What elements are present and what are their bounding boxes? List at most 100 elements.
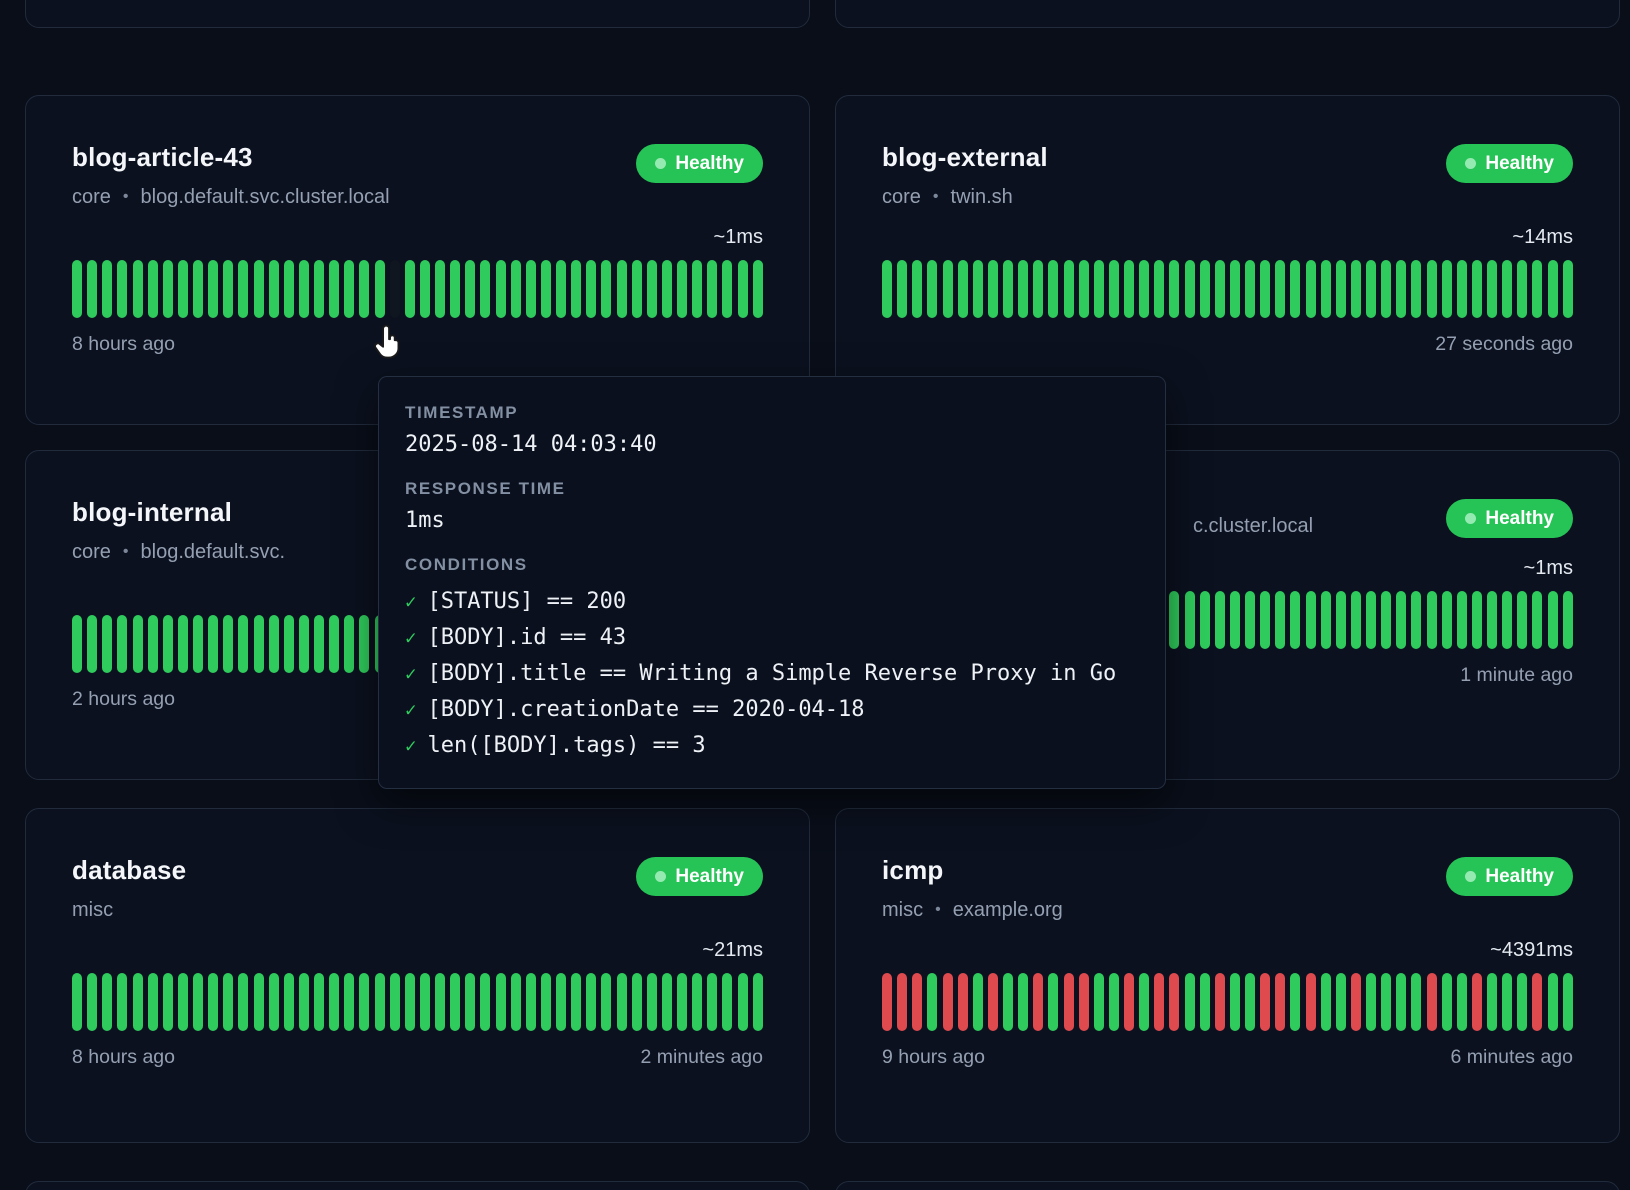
uptime-bar[interactable] <box>1563 591 1573 649</box>
uptime-bar[interactable] <box>1306 591 1316 649</box>
uptime-bar[interactable] <box>87 260 97 318</box>
uptime-bar[interactable] <box>148 973 158 1031</box>
uptime-bar[interactable] <box>722 260 732 318</box>
uptime-bar[interactable] <box>1351 260 1361 318</box>
uptime-bar[interactable] <box>677 260 687 318</box>
uptime-bar[interactable] <box>1124 973 1134 1031</box>
uptime-bar[interactable] <box>707 260 717 318</box>
uptime-bar[interactable] <box>1457 591 1467 649</box>
uptime-bar[interactable] <box>1411 260 1421 318</box>
uptime-bar[interactable] <box>1290 973 1300 1031</box>
uptime-bar[interactable] <box>435 260 445 318</box>
uptime-bar[interactable] <box>1260 591 1270 649</box>
uptime-bar[interactable] <box>1381 591 1391 649</box>
uptime-bar[interactable] <box>1472 591 1482 649</box>
uptime-bar[interactable] <box>133 973 143 1031</box>
uptime-bar[interactable] <box>314 260 324 318</box>
uptime-bar[interactable] <box>1200 591 1210 649</box>
uptime-bar[interactable] <box>1124 260 1134 318</box>
uptime-bar[interactable] <box>722 973 732 1031</box>
uptime-bar[interactable] <box>1185 973 1195 1031</box>
uptime-bar[interactable] <box>299 973 309 1031</box>
uptime-bar[interactable] <box>344 973 354 1031</box>
uptime-bar[interactable] <box>1094 260 1104 318</box>
uptime-bar[interactable] <box>943 260 953 318</box>
uptime-bar[interactable] <box>662 260 672 318</box>
uptime-bar[interactable] <box>208 615 218 673</box>
uptime-bar[interactable] <box>707 973 717 1031</box>
uptime-bar[interactable] <box>450 260 460 318</box>
uptime-bar[interactable] <box>1215 591 1225 649</box>
uptime-bar[interactable] <box>133 615 143 673</box>
uptime-bar[interactable] <box>1336 591 1346 649</box>
uptime-bar[interactable] <box>102 973 112 1031</box>
uptime-bar[interactable] <box>193 615 203 673</box>
uptime-bar[interactable] <box>753 973 763 1031</box>
uptime-bar[interactable] <box>1336 973 1346 1031</box>
uptime-bar[interactable] <box>1442 260 1452 318</box>
uptime-bar[interactable] <box>1018 973 1028 1031</box>
uptime-bar[interactable] <box>1472 973 1482 1031</box>
uptime-bar[interactable] <box>1381 973 1391 1031</box>
uptime-bar[interactable] <box>359 973 369 1031</box>
uptime-bar[interactable] <box>882 260 892 318</box>
uptime-bar[interactable] <box>1351 591 1361 649</box>
uptime-bar[interactable] <box>329 615 339 673</box>
uptime-bar[interactable] <box>163 615 173 673</box>
uptime-bar[interactable] <box>148 260 158 318</box>
uptime-bar[interactable] <box>1230 591 1240 649</box>
endpoint-card-icmp[interactable]: icmp misc • example.org Healthy ~4391ms … <box>835 808 1620 1143</box>
uptime-bar[interactable] <box>390 260 400 318</box>
uptime-bar[interactable] <box>193 260 203 318</box>
uptime-bar[interactable] <box>465 973 475 1031</box>
uptime-bar[interactable] <box>1245 973 1255 1031</box>
uptime-bar[interactable] <box>692 973 702 1031</box>
uptime-bar[interactable] <box>511 973 521 1031</box>
uptime-bar[interactable] <box>1411 591 1421 649</box>
uptime-bar[interactable] <box>1548 591 1558 649</box>
uptime-bar[interactable] <box>72 973 82 1031</box>
uptime-bar[interactable] <box>178 260 188 318</box>
uptime-bar[interactable] <box>1109 973 1119 1031</box>
uptime-bar[interactable] <box>1275 973 1285 1031</box>
uptime-bar[interactable] <box>1427 260 1437 318</box>
uptime-bar[interactable] <box>1457 973 1467 1031</box>
uptime-bar[interactable] <box>1275 591 1285 649</box>
uptime-bar[interactable] <box>163 973 173 1031</box>
uptime-bar[interactable] <box>1532 973 1542 1031</box>
uptime-bar[interactable] <box>238 615 248 673</box>
uptime-bar[interactable] <box>1094 973 1104 1031</box>
uptime-bar[interactable] <box>1442 973 1452 1031</box>
uptime-bar[interactable] <box>269 973 279 1031</box>
uptime-bar[interactable] <box>375 260 385 318</box>
uptime-bar[interactable] <box>1306 973 1316 1031</box>
uptime-bar[interactable] <box>1048 973 1058 1031</box>
uptime-bar[interactable] <box>314 615 324 673</box>
uptime-bar[interactable] <box>1321 260 1331 318</box>
uptime-bar[interactable] <box>912 973 922 1031</box>
uptime-bar[interactable] <box>1033 973 1043 1031</box>
uptime-bar[interactable] <box>571 260 581 318</box>
uptime-bar[interactable] <box>541 973 551 1031</box>
uptime-bar[interactable] <box>1200 260 1210 318</box>
uptime-bar[interactable] <box>1169 260 1179 318</box>
uptime-bar[interactable] <box>1230 973 1240 1031</box>
uptime-bar[interactable] <box>223 260 233 318</box>
uptime-bar[interactable] <box>1411 973 1421 1031</box>
uptime-bar[interactable] <box>1517 591 1527 649</box>
uptime-bar[interactable] <box>87 973 97 1031</box>
uptime-bar[interactable] <box>1260 260 1270 318</box>
uptime-bar[interactable] <box>1245 260 1255 318</box>
uptime-bar[interactable] <box>72 260 82 318</box>
uptime-bar[interactable] <box>738 260 748 318</box>
uptime-bar[interactable] <box>1517 260 1527 318</box>
uptime-bar[interactable] <box>662 973 672 1031</box>
uptime-bar[interactable] <box>973 260 983 318</box>
uptime-bar[interactable] <box>1366 973 1376 1031</box>
uptime-bar[interactable] <box>1003 973 1013 1031</box>
uptime-bar[interactable] <box>1487 973 1497 1031</box>
uptime-bar[interactable] <box>329 260 339 318</box>
uptime-bar[interactable] <box>375 973 385 1031</box>
uptime-bar[interactable] <box>1154 260 1164 318</box>
uptime-bar[interactable] <box>314 973 324 1031</box>
